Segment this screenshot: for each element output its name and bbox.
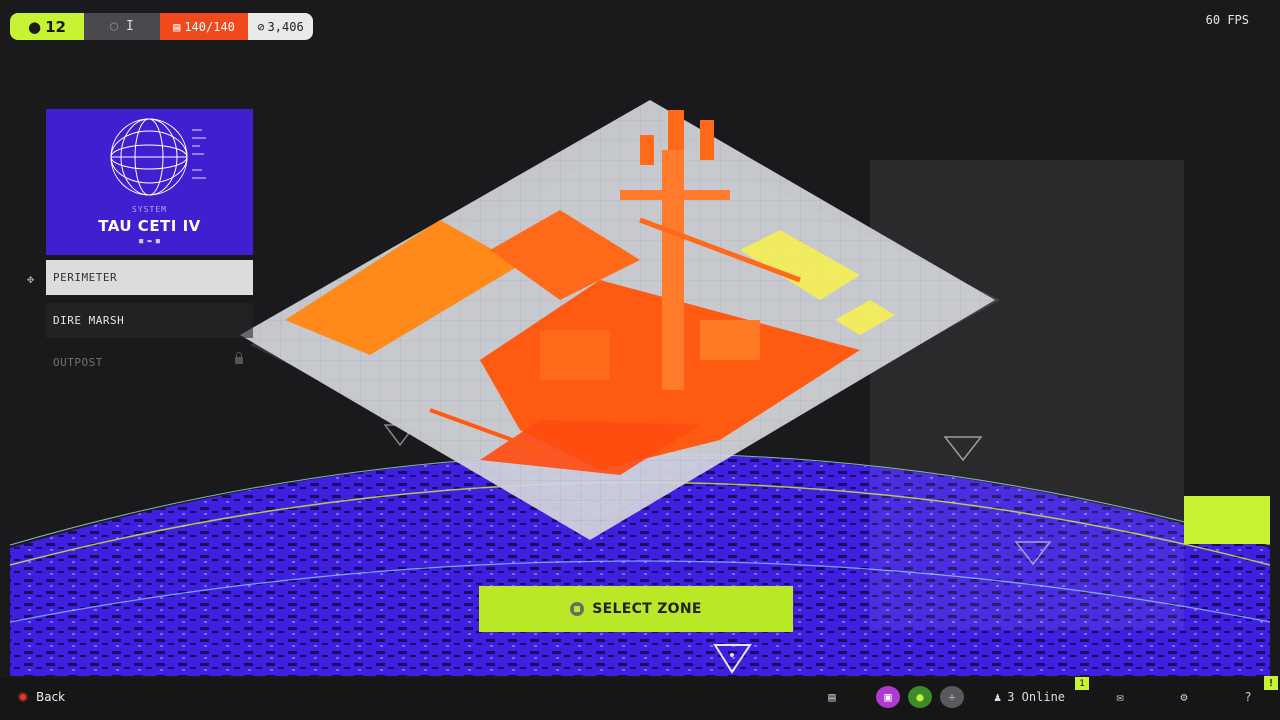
alert-badge[interactable]: ! (1264, 676, 1278, 690)
notification-badge: 1 (1075, 677, 1089, 690)
lock-icon (235, 352, 243, 364)
system-name: TAU CETI IV (98, 217, 201, 235)
zone-label: OUTPOST (53, 356, 103, 369)
fps-counter: 60 FPS (1205, 13, 1249, 27)
zone-item-outpost[interactable]: OUTPOST (46, 345, 253, 380)
help-icon[interactable]: ? (1240, 688, 1256, 706)
people-icon: ♟ (994, 690, 1002, 704)
top-hud: ● 12 ◯ I ▤ 140/140 ⊘ 3,406 (10, 13, 313, 40)
square-button-icon (570, 602, 585, 616)
mail-icon[interactable]: ✉ (1112, 688, 1128, 706)
zone-item-perimeter[interactable]: PERIMETER (46, 260, 253, 295)
player-avatar-icon[interactable]: ● (908, 686, 932, 708)
system-glyphs: ■ ▬ ■ (138, 237, 161, 245)
circle-button-icon (18, 692, 28, 702)
zone-item-dire-marsh[interactable]: DIRE MARSH (46, 303, 253, 338)
player-level: ● 12 (10, 13, 84, 40)
squad-avatar-icon[interactable]: ▣ (876, 686, 900, 708)
chat-icon[interactable]: ▤ (824, 688, 840, 706)
back-button[interactable]: Back (18, 690, 65, 704)
system-label: SYSTEM (132, 205, 167, 214)
zone-label: DIRE MARSH (53, 314, 125, 327)
credits-balance: ⊘ 3,406 (248, 13, 313, 40)
level-icon: ● (28, 17, 42, 36)
credits-icon: ⊘ (257, 19, 265, 34)
zone-preview-panel (870, 160, 1184, 630)
health-meter: ▤ 140/140 (160, 13, 248, 40)
add-friend-icon[interactable]: + (940, 686, 964, 708)
select-zone-button[interactable]: SELECT ZONE (479, 586, 793, 632)
zone-label: PERIMETER (53, 271, 118, 284)
system-card: SYSTEM TAU CETI IV ■ ▬ ■ (46, 109, 253, 255)
rank-badge: ◯ I (84, 13, 160, 40)
settings-icon[interactable]: ⚙ (1176, 688, 1192, 706)
health-icon: ▤ (173, 19, 181, 34)
dpad-icon: ✥ (27, 272, 35, 286)
online-count[interactable]: ♟ 3 Online (994, 690, 1065, 704)
rank-icon: ◯ (110, 19, 118, 34)
globe-icon (110, 118, 206, 196)
